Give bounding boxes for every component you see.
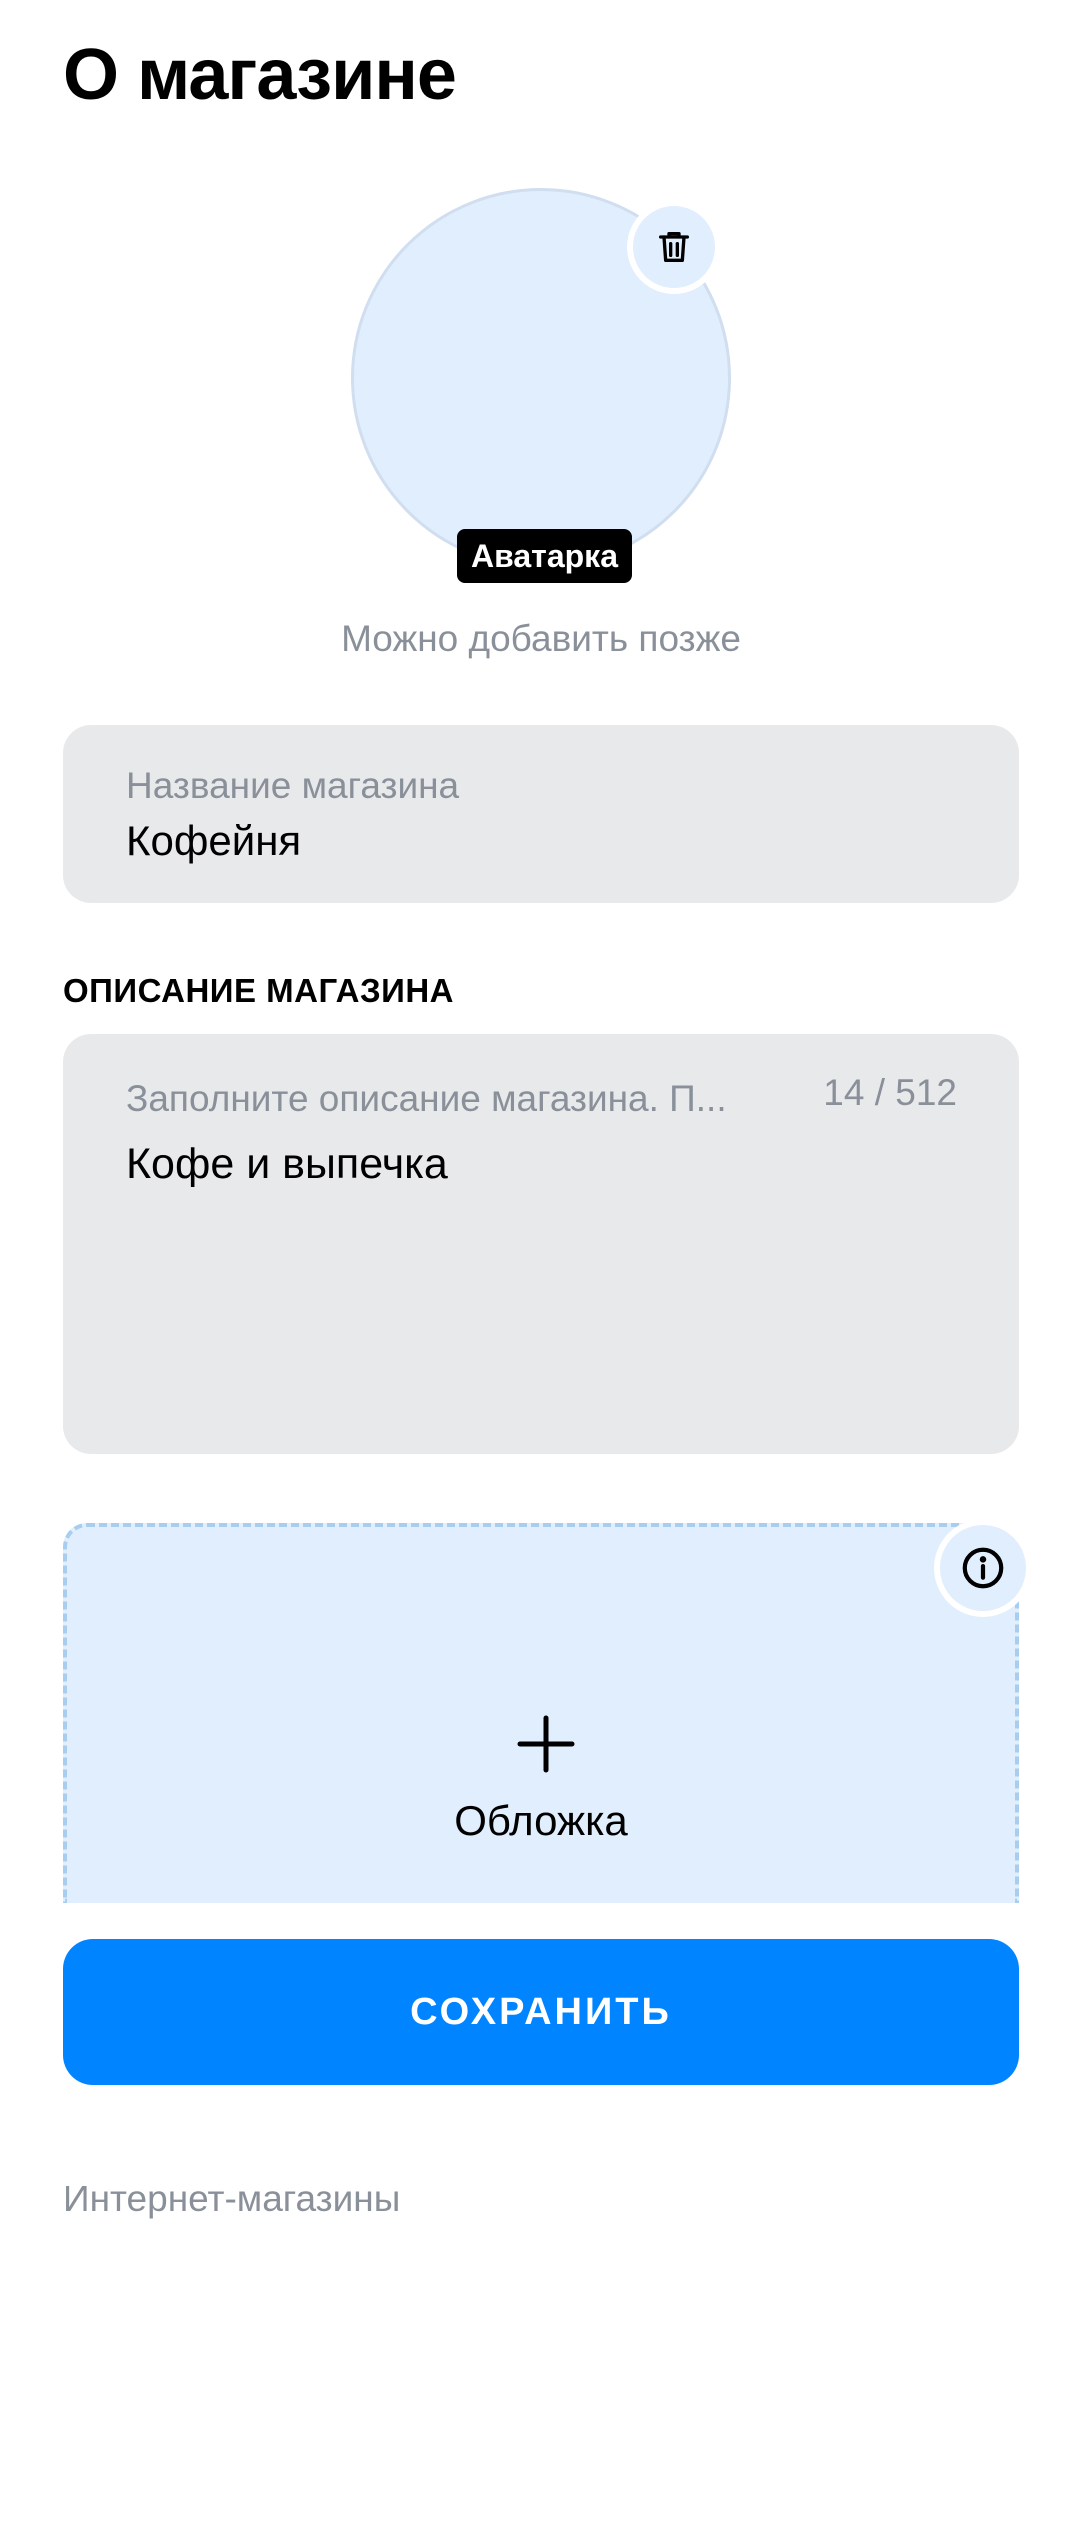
avatar-delete-button[interactable] [627, 200, 721, 294]
shop-name-label: Название магазина [126, 765, 460, 806]
description-value[interactable]: Кофе и выпечка [126, 1140, 448, 1189]
page-title: О магазине [63, 35, 457, 115]
shop-name-field[interactable]: Название магазина Кофейня [63, 725, 1019, 903]
description-field[interactable]: Заполните описание магазина. П... 14 / 5… [63, 1034, 1019, 1454]
shop-name-value[interactable]: Кофейня [126, 817, 301, 865]
save-button[interactable]: СОХРАНИТЬ [63, 1939, 1019, 2085]
cover-upload[interactable]: Обложка [63, 1519, 1032, 1903]
description-counter: 14 / 512 [823, 1072, 957, 1113]
avatar-badge: Аватарка [457, 529, 632, 583]
footer-text: Интернет-магазины [63, 2186, 401, 2219]
description-section-title: ОПИСАНИЕ МАГАЗИНА [63, 972, 455, 1009]
description-placeholder: Заполните описание магазина. П... [126, 1078, 727, 1119]
cover-info-button[interactable] [934, 1519, 1032, 1617]
cover-label: Обложка [454, 1797, 628, 1844]
trash-icon [659, 232, 689, 262]
info-icon [962, 1547, 1004, 1589]
plus-icon [517, 1715, 575, 1773]
avatar-section: Аватарка [351, 188, 731, 583]
avatar-hint: Можно добавить позже [341, 618, 741, 659]
